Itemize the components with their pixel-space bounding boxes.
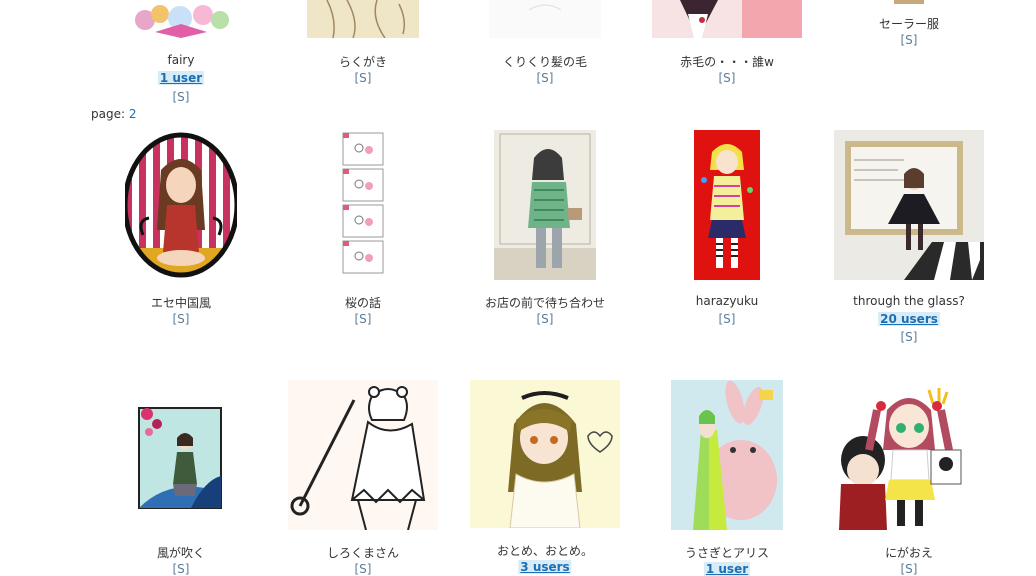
item-title[interactable]: お店の前で待ち合わせ — [454, 294, 636, 311]
item-title[interactable]: くりくり髪の毛 — [454, 53, 636, 70]
page-link[interactable]: 2 — [129, 107, 137, 121]
item-title[interactable]: エセ中国風 — [90, 294, 272, 311]
gallery-item: harazyuku [S] — [636, 130, 818, 326]
thumbnail-image[interactable] — [489, 0, 601, 38]
gallery-item: お店の前で待ち合わせ [S] — [454, 130, 636, 326]
thumbnail-image[interactable] — [494, 130, 596, 280]
gallery-item: 赤毛の・・・誰w [S] — [636, 0, 818, 85]
thumbnail-image[interactable] — [307, 0, 419, 38]
thumbnail-image[interactable] — [652, 0, 802, 38]
thumbnail-image[interactable] — [839, 380, 979, 530]
item-title[interactable]: harazyuku — [636, 294, 818, 308]
s-link[interactable]: [S] — [636, 312, 818, 326]
thumbnail-image[interactable] — [125, 130, 237, 280]
thumbnail-image[interactable] — [288, 380, 438, 530]
s-link[interactable]: [S] — [818, 330, 1000, 344]
thumbnail-image[interactable] — [470, 380, 620, 528]
gallery-item: おとめ、おとめ。 3 users — [454, 380, 636, 574]
gallery-item: しろくまさん [S] — [272, 380, 454, 576]
item-title[interactable]: fairy — [90, 53, 272, 67]
s-link[interactable]: [S] — [272, 562, 454, 576]
s-link[interactable]: [S] — [636, 71, 818, 85]
gallery-item: 風が吹く [S] — [90, 380, 272, 576]
gallery-item: にがおえ [S] — [818, 380, 1000, 576]
thumbnail-image[interactable] — [834, 130, 984, 280]
s-link[interactable]: [S] — [454, 71, 636, 85]
gallery-item: うさぎとアリス 1 user — [636, 380, 818, 576]
item-title[interactable]: 桜の話 — [272, 294, 454, 311]
gallery-item: くりくり髪の毛 [S] — [454, 0, 636, 85]
item-title[interactable]: through the glass? — [818, 294, 1000, 308]
s-link[interactable]: [S] — [90, 90, 272, 104]
thumbnail-image[interactable] — [131, 380, 231, 530]
user-count-badge[interactable]: 20 users — [878, 312, 940, 326]
item-title[interactable]: おとめ、おとめ。 — [454, 542, 636, 559]
thumbnail-image[interactable] — [694, 130, 760, 280]
s-link[interactable]: [S] — [272, 71, 454, 85]
thumbnail-image[interactable] — [341, 130, 385, 276]
s-link[interactable]: [S] — [90, 312, 272, 326]
thumbnail-image[interactable] — [125, 0, 237, 38]
gallery-item: 桜の話 [S] — [272, 130, 454, 326]
item-title[interactable]: うさぎとアリス — [636, 544, 818, 561]
s-link[interactable]: [S] — [818, 562, 1000, 576]
gallery-item: fairy 1 user [S] — [90, 0, 272, 104]
page-label: page: — [91, 107, 126, 121]
gallery-item: セーラー服 [S] — [818, 0, 1000, 47]
page-indicator: page: 2 — [91, 107, 136, 121]
item-title[interactable]: しろくまさん — [272, 544, 454, 561]
user-count-badge[interactable]: 1 user — [157, 71, 205, 85]
gallery-item: エセ中国風 [S] — [90, 130, 272, 326]
item-title[interactable]: 風が吹く — [90, 544, 272, 561]
gallery-item: through the glass? 20 users [S] — [818, 130, 1000, 344]
s-link[interactable]: [S] — [90, 562, 272, 576]
s-link[interactable]: [S] — [454, 312, 636, 326]
item-title[interactable]: らくがき — [272, 53, 454, 70]
gallery-item: らくがき [S] — [272, 0, 454, 85]
item-title[interactable]: 赤毛の・・・誰w — [636, 53, 818, 70]
item-title[interactable]: セーラー服 — [818, 15, 1000, 32]
thumbnail-image[interactable] — [671, 380, 783, 530]
user-count-badge[interactable]: 1 user — [703, 562, 751, 576]
s-link[interactable]: [S] — [272, 312, 454, 326]
user-count-badge[interactable]: 3 users — [518, 560, 572, 574]
item-title[interactable]: にがおえ — [818, 544, 1000, 561]
s-link[interactable]: [S] — [818, 33, 1000, 47]
thumbnail-image[interactable] — [894, 0, 924, 4]
